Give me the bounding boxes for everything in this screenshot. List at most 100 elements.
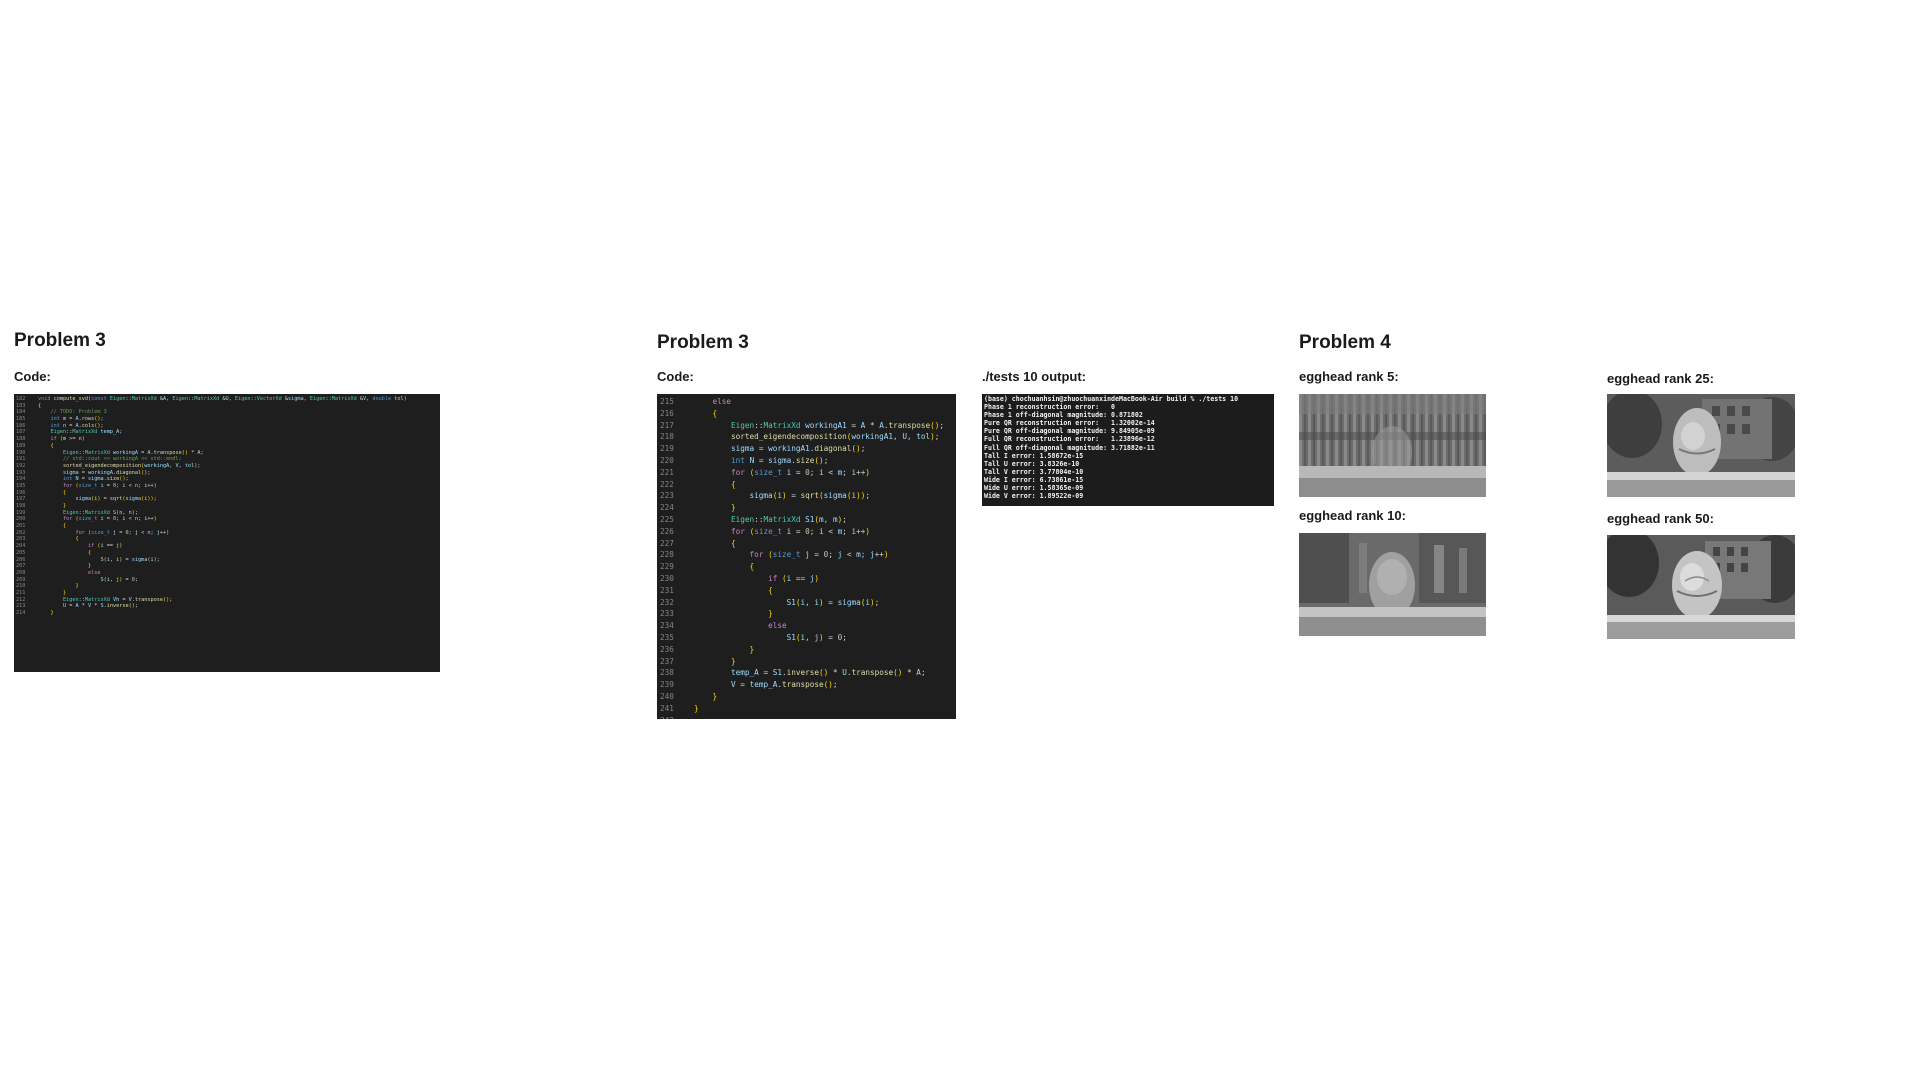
line-text: { xyxy=(712,408,718,418)
code-line: 203 { xyxy=(14,536,440,543)
line-text: for (size_t j = 0; j < m; j++) xyxy=(749,550,889,560)
line-number: 198 xyxy=(16,503,26,509)
line-text: sigma = workingA1.diagonal(); xyxy=(731,444,866,454)
line-text: { xyxy=(731,479,736,489)
line-number: 185 xyxy=(16,416,26,423)
line-number: 217 xyxy=(660,420,674,430)
line-text: for (size_t i = 0; i < m; i++) xyxy=(731,467,871,477)
code-line: 228 for (size_t j = 0; j < m; j++) xyxy=(657,549,956,561)
line-text: sigma(i) = sqrt(sigma(i)); xyxy=(749,491,871,501)
line-text: } xyxy=(87,563,92,570)
code-line: 193 sigma = workingA.diagonal(); xyxy=(14,470,440,477)
line-number: 183 xyxy=(16,402,26,409)
code-line: 195 for (size_t i = 0; i < n; i++) xyxy=(14,483,440,490)
code-line: 241} xyxy=(657,703,956,715)
code-block-compute-svd-part1: 182 void compute_svd(const Eigen::MatrixX… xyxy=(14,394,440,672)
code-line: 209 S(i, j) = 0; xyxy=(14,577,440,584)
line-text: { xyxy=(87,549,92,556)
line-text: for (size_t i = 0; i < n; i++) xyxy=(63,482,157,489)
code-line: 184 // TODO: Problem 3 xyxy=(14,409,440,416)
code-line: 192 sorted_eigendecomposition(workingA, … xyxy=(14,463,440,470)
line-number: 239 xyxy=(660,680,674,690)
code-line: 208 else xyxy=(14,570,440,577)
code-line: 234 else xyxy=(657,620,956,632)
code-line: 187 Eigen::MatrixXd temp_A; xyxy=(14,429,440,436)
line-text: Eigen::MatrixXd workingA1 = A * A.transp… xyxy=(731,420,945,430)
code-line: 222 { xyxy=(657,479,956,491)
line-text: { xyxy=(38,402,42,409)
line-number: 189 xyxy=(16,442,26,449)
code-line: 240 } xyxy=(657,691,956,703)
terminal-line: Tall U error: 3.8326e-10 xyxy=(984,459,1080,468)
code-line: 204 if (i == j) xyxy=(14,543,440,550)
line-text: S(i, j) = 0; xyxy=(100,576,138,583)
code-line: 235 S1(i, j) = 0; xyxy=(657,632,956,644)
problem3-left-code-label: Code: xyxy=(14,369,51,384)
line-number: 203 xyxy=(16,536,26,543)
terminal-line: Phase 1 off-diagonal magnitude: 0.871802 xyxy=(984,411,1143,420)
line-number: 231 xyxy=(660,585,674,595)
line-text: if (m >= n) xyxy=(50,436,85,443)
line-text: { xyxy=(768,585,773,595)
line-number: 200 xyxy=(16,516,26,523)
code-line: 190 Eigen::MatrixXd workingA = A.transpo… xyxy=(14,450,440,457)
line-number: 193 xyxy=(16,469,26,476)
code-line: 213 U = A * V * S.inverse(); xyxy=(14,603,440,610)
terminal-line: Pure QR off-diagonal magnitude: 9.84905e… xyxy=(984,427,1155,436)
line-text: S(i, i) = sigma(i); xyxy=(100,556,160,563)
line-number: 226 xyxy=(660,526,674,536)
line-number: 227 xyxy=(660,538,674,548)
code-line: 198 } xyxy=(14,503,440,510)
terminal-line: Wide I error: 6.73861e-15 xyxy=(984,475,1084,484)
line-number: 220 xyxy=(660,455,674,465)
line-number: 199 xyxy=(16,509,26,516)
line-number: 241 xyxy=(660,703,674,713)
code-line: 233 } xyxy=(657,608,956,620)
tests-output-label: ./tests 10 output: xyxy=(982,369,1087,384)
egghead-rank50-label: egghead rank 50: xyxy=(1607,511,1714,526)
line-text: { xyxy=(749,562,755,572)
code-line: 239 V = temp_A.transpose(); xyxy=(657,679,956,691)
line-number: 192 xyxy=(16,462,26,469)
line-number: 232 xyxy=(660,597,674,607)
line-number: 194 xyxy=(16,476,26,483)
line-text: if (i == j) xyxy=(87,543,123,550)
line-number: 205 xyxy=(16,549,26,556)
code-line: 185 int m = A.rows(); xyxy=(14,416,440,423)
terminal-line: Phase 1 reconstruction error: 0 xyxy=(984,403,1116,412)
line-text: else xyxy=(768,621,787,631)
problem3-middle-title: Problem 3 xyxy=(657,332,749,353)
terminal-line: Full QR off-diagonal magnitude: 3.71882e… xyxy=(984,443,1155,452)
terminal-line: Wide U error: 1.58365e-09 xyxy=(984,484,1084,493)
line-number: 240 xyxy=(660,691,674,701)
line-number: 223 xyxy=(660,491,674,501)
line-text: } xyxy=(75,583,79,590)
code-line: 218 sorted_eigendecomposition(workingA1,… xyxy=(657,431,956,443)
line-text: // std::cout << workingA << std::endl; xyxy=(63,456,182,463)
code-line: 210 } xyxy=(14,583,440,590)
code-block-compute-svd-part2: 215 else 216 {217 Eigen::MatrixXd working… xyxy=(657,394,956,719)
line-number: 215 xyxy=(660,397,674,406)
line-text: sorted_eigendecomposition(workingA1, U, … xyxy=(731,432,940,442)
code-line: 217 Eigen::MatrixXd workingA1 = A * A.tr… xyxy=(657,420,956,432)
egghead-rank10-label: egghead rank 10: xyxy=(1299,508,1406,523)
line-text: } xyxy=(712,691,718,701)
egghead-rank50-image xyxy=(1607,535,1795,639)
code-line: 230 if (i == j) xyxy=(657,573,956,585)
code-line: 194 int N = sigma.size(); xyxy=(14,476,440,483)
line-text: } xyxy=(731,503,736,513)
line-number: 221 xyxy=(660,467,674,477)
line-text: int m = A.rows(); xyxy=(50,416,104,423)
code-line: 211 } xyxy=(14,590,440,597)
line-number: 238 xyxy=(660,668,674,678)
line-text: int N = sigma.size(); xyxy=(731,455,829,465)
code-line: 196 { xyxy=(14,490,440,497)
problem3-left-title: Problem 3 xyxy=(14,330,106,351)
line-number: 230 xyxy=(660,573,674,583)
line-text: sigma(i) = sqrt(sigma(i)); xyxy=(75,496,157,503)
line-text: S1(i, i) = sigma(i); xyxy=(786,597,880,607)
line-text: Eigen::MatrixXd workingA = A.transpose()… xyxy=(63,449,204,456)
line-text: int N = sigma.size(); xyxy=(63,476,129,483)
code-line: 215 else xyxy=(657,396,956,408)
terminal-line: Full QR reconstruction error: 1.23896e-1… xyxy=(984,435,1155,444)
